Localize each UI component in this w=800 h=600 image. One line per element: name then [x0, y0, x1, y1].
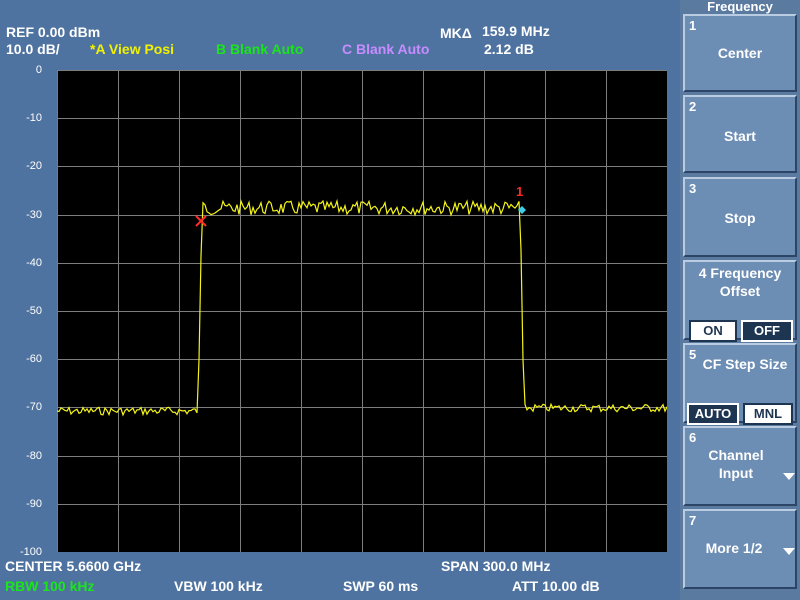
softkey-label: Start [724, 128, 756, 144]
softkey-label-line1: Channel [708, 447, 764, 463]
trace-c-status: C Blank Auto [342, 41, 430, 57]
softkey-label: Stop [724, 210, 756, 226]
softkey-label: More 1/2 [705, 540, 763, 556]
y-axis-label: -60 [26, 353, 42, 366]
submenu-arrow-icon [781, 468, 795, 486]
softkey-label-line2: Input [718, 465, 754, 481]
submenu-arrow-icon [781, 543, 795, 561]
softkey-number: 2 [689, 99, 697, 114]
softkey-number: 3 [689, 181, 697, 196]
y-axis-label: -100 [19, 546, 42, 558]
marker-delta-frequency: 159.9 MHz [482, 23, 550, 39]
rbw: RBW 100 kHz [5, 578, 95, 594]
y-axis-label: -30 [26, 208, 42, 221]
y-axis-label: -90 [26, 497, 42, 510]
vbw: VBW 100 kHz [174, 578, 263, 594]
marker-delta-amplitude: 2.12 dB [484, 41, 534, 57]
start-softkey[interactable]: 2 Start [683, 95, 797, 173]
sweep-time: SWP 60 ms [343, 578, 419, 594]
y-axis-label: -50 [26, 305, 42, 317]
trace-a-status: *A View Posi [90, 41, 175, 57]
ref-level: REF 0.00 dBm [6, 24, 101, 40]
y-axis-label: -10 [26, 112, 42, 125]
stop-softkey[interactable]: 3 Stop [683, 177, 797, 257]
marker-1-number: 1 [516, 184, 523, 199]
scale-per-div: 10.0 dB/ [6, 41, 60, 57]
cf-step-auto-option[interactable]: AUTO [687, 403, 739, 425]
softkey-label: CF Step Size [702, 356, 788, 372]
analyzer-screen: REF 0.00 dBm 10.0 dB/ *A View Posi B Bla… [0, 0, 680, 600]
softkey-number: 7 [689, 513, 697, 528]
more-softkey[interactable]: 7 More 1/2 [683, 509, 797, 589]
softkey-label-line2: Offset [719, 283, 761, 299]
offset-on-option[interactable]: ON [689, 320, 737, 342]
y-axis-label: -20 [26, 160, 42, 173]
softkey-label-line1: 4 Frequency [698, 265, 782, 281]
cf-step-size-softkey[interactable]: 5 CF Step Size AUTO MNL [683, 343, 797, 425]
attenuation: ATT 10.00 dB [512, 578, 600, 594]
center-frequency: CENTER 5.6600 GHz [5, 558, 142, 574]
menu-title: Frequency [707, 0, 773, 14]
y-axis-label: -40 [26, 256, 42, 269]
trace-b-status: B Blank Auto [216, 41, 304, 57]
center-softkey[interactable]: 1 Center [683, 14, 797, 92]
softkey-panel: Frequency 1 Center 2 Start 3 Stop 4 Freq… [680, 0, 800, 600]
marker-delta-label: MKΔ [440, 25, 472, 41]
span: SPAN 300.0 MHz [441, 558, 551, 574]
y-axis-label: 0 [35, 64, 42, 76]
y-axis-label: -70 [26, 401, 42, 414]
softkey-number: 6 [689, 430, 697, 445]
frequency-offset-softkey[interactable]: 4 Frequency Offset ON OFF [683, 260, 797, 342]
spectrum-plot: 1 [57, 70, 667, 552]
cf-step-mnl-option[interactable]: MNL [743, 403, 793, 425]
y-axis-label: -80 [26, 449, 42, 462]
offset-off-option[interactable]: OFF [741, 320, 793, 342]
softkey-label: Center [717, 45, 763, 61]
softkey-number: 1 [689, 18, 697, 33]
channel-input-softkey[interactable]: 6 Channel Input [683, 426, 797, 506]
